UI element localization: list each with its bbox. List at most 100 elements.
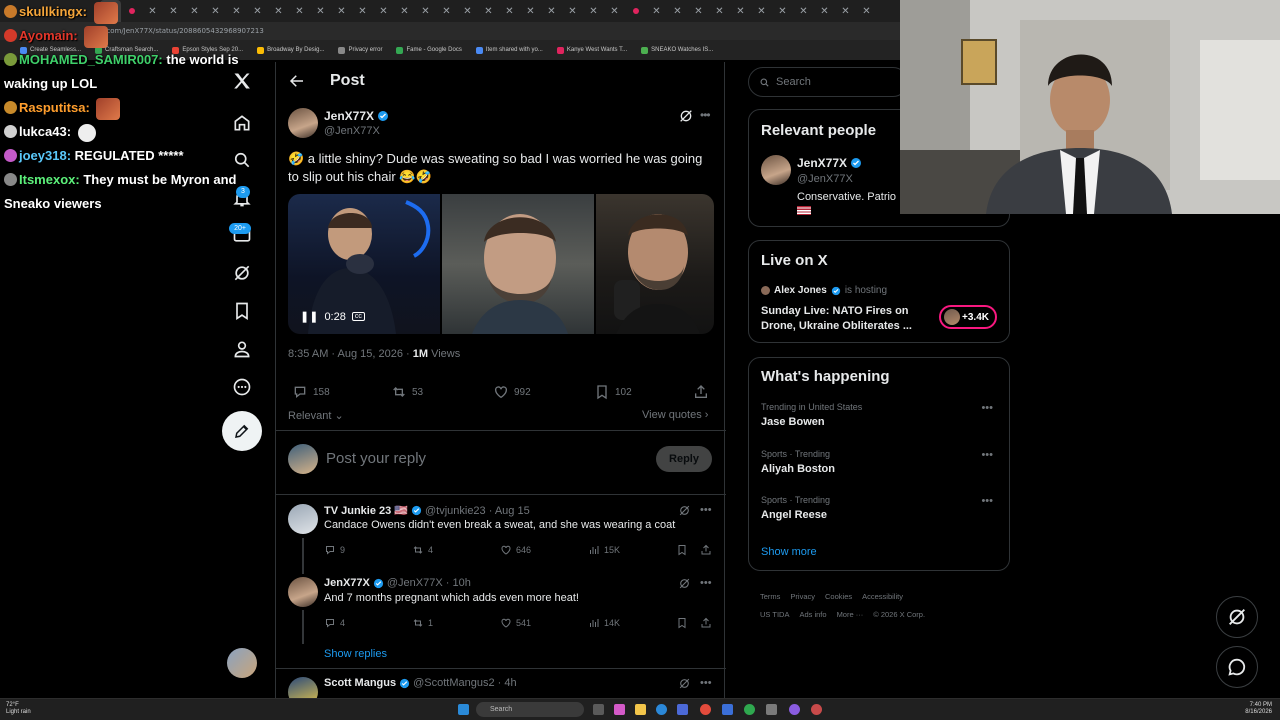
captions-icon[interactable]: cc (351, 312, 365, 321)
bookmark-label[interactable]: SNEAKO Watches IS... (651, 47, 713, 53)
reply-like-action[interactable]: 646 (500, 544, 531, 556)
browser-tab[interactable]: ✕ (583, 0, 604, 22)
chat-username[interactable]: joey318: (19, 148, 71, 163)
browser-tab[interactable]: ✕ (310, 0, 331, 22)
footer-link[interactable]: Cookies (825, 592, 852, 601)
bookmark-item[interactable]: Kanye West Wants T... (556, 46, 627, 54)
app-icon-3[interactable] (789, 704, 800, 715)
reply-reply-action[interactable]: 4 (324, 617, 345, 629)
profile-icon[interactable] (222, 334, 262, 364)
reply-avatar[interactable] (288, 504, 318, 534)
search-input[interactable]: Search (748, 67, 908, 97)
footer-link[interactable]: Privacy (790, 592, 815, 601)
trend-item[interactable]: Sports · Trending Aliyah Boston ••• (761, 449, 1001, 475)
bookmark-label[interactable]: Kanye West Wants T... (567, 47, 627, 53)
browser-tab[interactable]: ✕ (268, 0, 289, 22)
browser-tab[interactable]: ✕ (373, 0, 394, 22)
browser-tab[interactable]: ✕ (604, 0, 625, 22)
system-clock[interactable]: 7:40 PM 8/16/2026 (1232, 702, 1272, 716)
reply-more-icon[interactable]: ••• (700, 504, 712, 516)
reply-bookmark-action[interactable] (676, 544, 688, 556)
messages-floating-button[interactable] (1216, 646, 1258, 688)
author-avatar[interactable] (288, 108, 318, 138)
reply-repost-action[interactable]: 4 (412, 544, 433, 556)
browser-tab[interactable]: ✕ (814, 0, 835, 22)
browser-tab[interactable]: ✕ (856, 0, 877, 22)
view-quotes-label[interactable]: View quotes (642, 409, 702, 421)
windows-start-icon[interactable] (458, 704, 469, 715)
chat-username[interactable]: Itsmexox: (19, 172, 80, 187)
footer-link[interactable]: Accessibility (862, 592, 903, 601)
reply-author-name[interactable]: TV Junkie 23 (324, 505, 391, 517)
browser-tab[interactable]: ✕ (394, 0, 415, 22)
relevant-person-avatar[interactable] (761, 155, 791, 185)
trend-name[interactable]: Angel Reese (761, 509, 1001, 521)
bookmark-label[interactable]: Fame - Google Docs (406, 47, 461, 53)
grok-icon[interactable] (222, 258, 262, 288)
browser-tab[interactable] (625, 0, 646, 22)
trend-more-icon[interactable]: ••• (981, 449, 993, 461)
relevant-person-name-text[interactable]: JenX77X (797, 156, 847, 170)
reply-repost-action[interactable]: 1 (412, 617, 433, 629)
live-listener-count[interactable]: +3.4K (939, 305, 997, 329)
trend-name[interactable]: Jase Bowen (761, 416, 1001, 428)
trend-more-icon[interactable]: ••• (981, 402, 993, 414)
bookmarks-icon[interactable] (222, 296, 262, 326)
chat-username[interactable]: MOHAMED_SAMIR007: (19, 52, 163, 67)
trend-more-icon[interactable]: ••• (981, 495, 993, 507)
footer-link[interactable]: Ads info (799, 610, 826, 619)
footer-link[interactable]: Terms (760, 592, 780, 601)
reply-avatar[interactable] (288, 577, 318, 607)
edge-icon[interactable] (656, 704, 667, 715)
live-host[interactable]: Alex Jones is hosting (761, 285, 887, 296)
more-options-icon[interactable] (222, 372, 262, 402)
bookmark-item[interactable]: SNEAKO Watches IS... (641, 46, 713, 54)
app-icon-2[interactable] (766, 704, 777, 715)
chat-username[interactable]: lukca43: (19, 124, 71, 139)
browser-tab[interactable]: ✕ (772, 0, 793, 22)
footer-link[interactable]: © 2026 X Corp. (873, 610, 925, 619)
bookmark-item[interactable]: Item shared with yo... (475, 46, 543, 54)
author-handle[interactable]: @JenX77X (324, 125, 380, 137)
reply-author-name[interactable]: JenX77X (324, 577, 370, 589)
bookmark-action[interactable]: 102 (594, 384, 632, 400)
reply-button[interactable]: Reply (656, 446, 712, 472)
author-name-text[interactable]: JenX77X (324, 109, 374, 123)
browser-tab[interactable]: ✕ (688, 0, 709, 22)
video-controls[interactable]: ❚❚ 0:28 cc (300, 310, 365, 323)
xbox-icon[interactable] (744, 704, 755, 715)
video-frame-3[interactable] (596, 194, 714, 334)
browser-tab[interactable]: ✕ (436, 0, 457, 22)
browser-tab[interactable]: ✕ (751, 0, 772, 22)
reply-input[interactable]: Post your reply (326, 450, 426, 467)
back-arrow-icon[interactable] (288, 72, 306, 90)
bookmark-label[interactable]: Privacy error (348, 47, 382, 53)
relevant-person-handle[interactable]: @JenX77X (797, 173, 853, 185)
grok-explain-icon[interactable] (678, 577, 692, 591)
show-replies-link[interactable]: Show replies (324, 648, 387, 660)
browser-tab[interactable]: ✕ (541, 0, 562, 22)
browser-tab[interactable]: ✕ (457, 0, 478, 22)
browser-tab[interactable]: ✕ (352, 0, 373, 22)
bookmark-label[interactable]: Broadway By Desig... (267, 47, 324, 53)
reply-views-action[interactable]: 15K (588, 544, 620, 556)
relevant-person-name[interactable]: JenX77X (797, 156, 862, 170)
browser-tab[interactable]: ✕ (646, 0, 667, 22)
share-action[interactable] (693, 384, 709, 400)
taskbar-search[interactable]: Search (476, 702, 584, 717)
browser-tab[interactable]: ✕ (709, 0, 730, 22)
reply-bookmark-action[interactable] (676, 617, 688, 629)
video-frame-2[interactable] (442, 194, 594, 334)
browser-tab[interactable]: ✕ (415, 0, 436, 22)
grok-explain-icon[interactable] (678, 108, 694, 124)
like-action[interactable]: 992 (493, 384, 531, 400)
reply-more-icon[interactable]: ••• (700, 577, 712, 589)
chat-username[interactable]: Rasputitsa: (19, 100, 90, 115)
reply-views-action[interactable]: 14K (588, 617, 620, 629)
trend-item[interactable]: Trending in United States Jase Bowen ••• (761, 402, 1001, 428)
browser-tab[interactable]: ✕ (520, 0, 541, 22)
reply-sort-dropdown[interactable]: Relevant ⌄ (288, 409, 344, 422)
chat-username[interactable]: Ayomain: (19, 28, 78, 43)
task-view-icon[interactable] (593, 704, 604, 715)
file-explorer-icon[interactable] (635, 704, 646, 715)
